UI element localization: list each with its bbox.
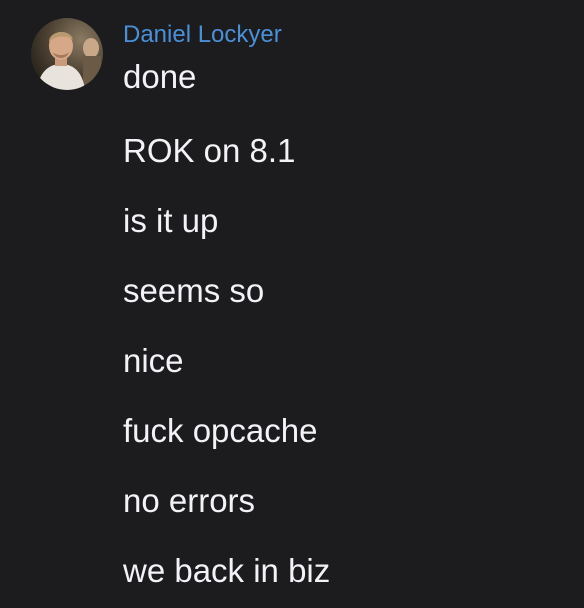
user-avatar[interactable]: [31, 18, 103, 90]
user-avatar-photo-icon: [31, 18, 103, 90]
message-text: is it up: [123, 202, 219, 239]
message-text: nice: [123, 342, 184, 379]
sender-name[interactable]: Daniel Lockyer: [123, 20, 282, 50]
message-text: ROK on 8.1: [123, 132, 296, 169]
message-text: done: [123, 58, 197, 95]
message-text: seems so: [123, 272, 265, 309]
message-text: no errors: [123, 482, 256, 519]
message-text: fuck opcache: [123, 412, 318, 449]
message-group: Daniel Lockyer done ROK on 8.1 is it up …: [0, 0, 584, 608]
message-text: we back in biz: [123, 552, 331, 589]
